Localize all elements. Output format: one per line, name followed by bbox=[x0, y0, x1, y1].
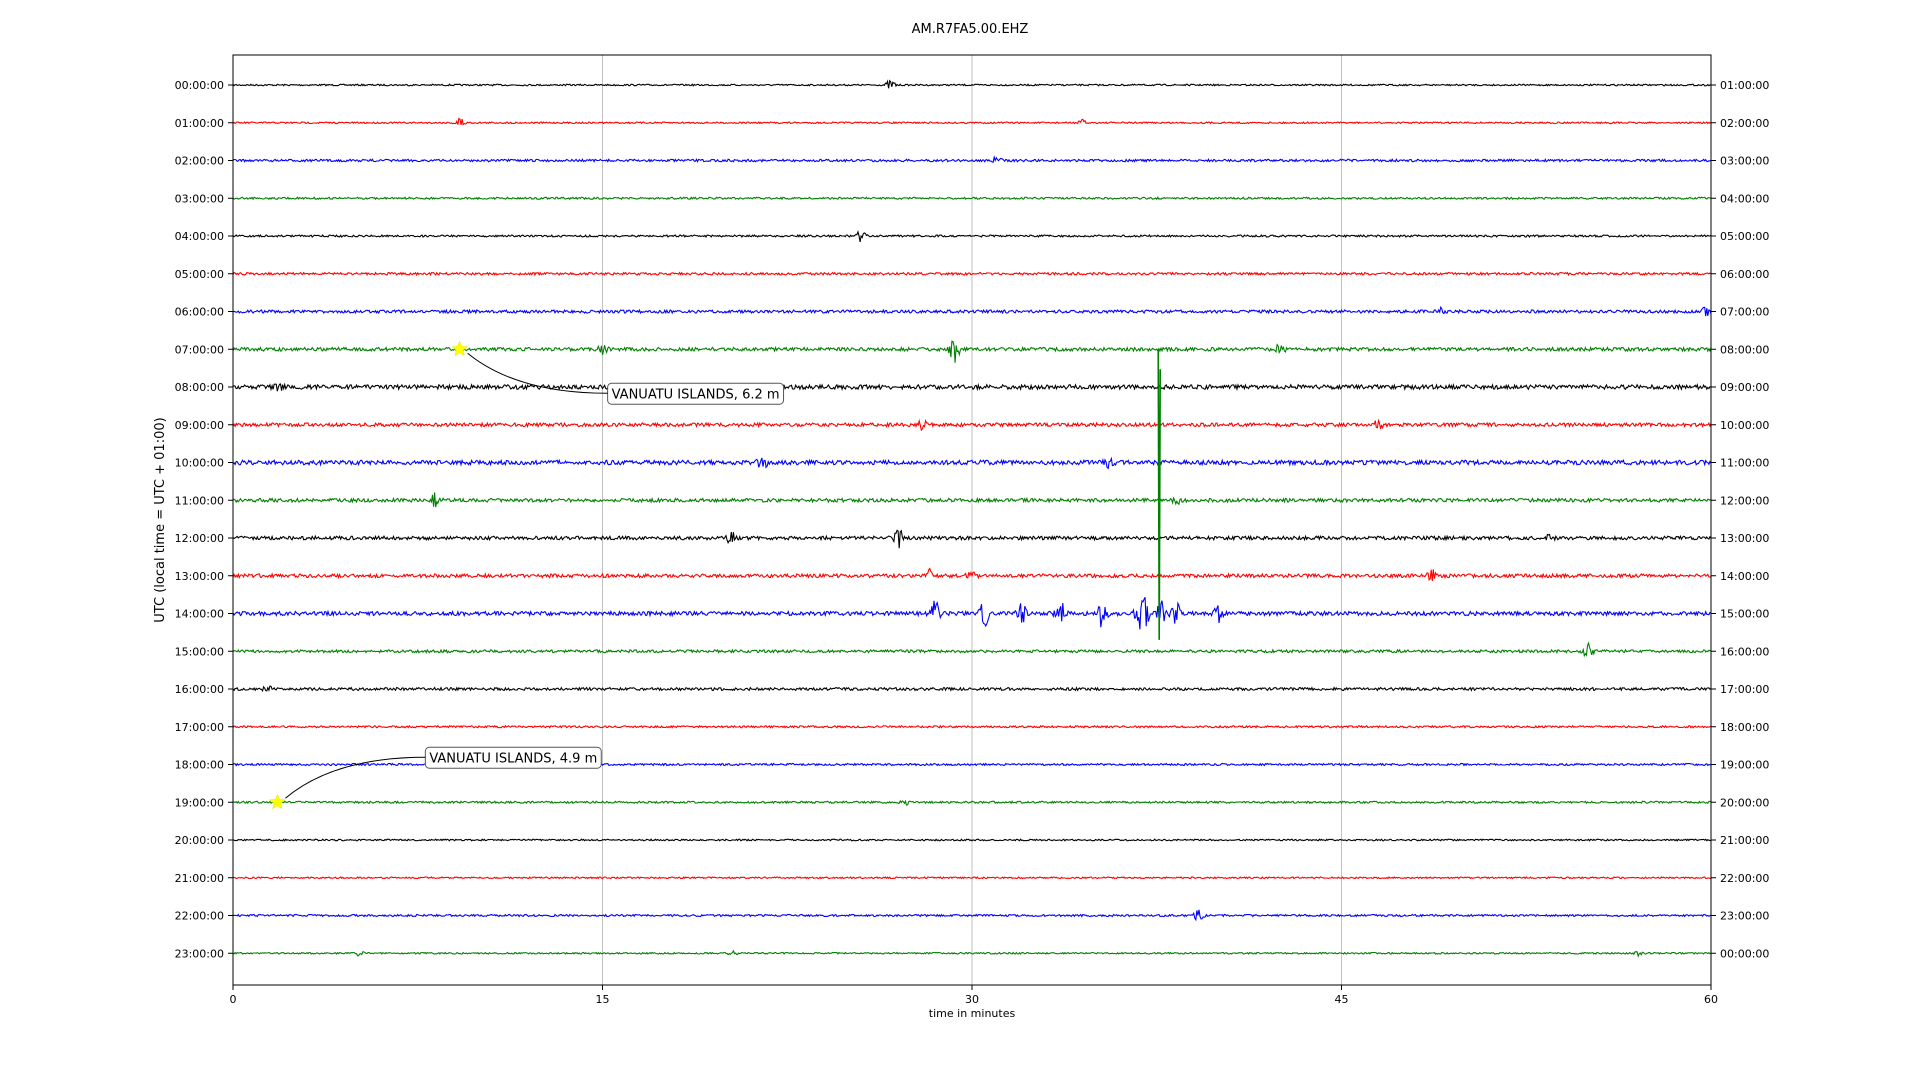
left-tick-label: 06:00:00 bbox=[175, 306, 224, 319]
left-tick-label: 11:00:00 bbox=[175, 494, 224, 507]
left-tick-label: 03:00:00 bbox=[175, 192, 224, 205]
left-tick-label: 00:00:00 bbox=[175, 79, 224, 92]
x-axis-ticks: 0 15 30 45 60 bbox=[230, 985, 1718, 1006]
left-tick-label: 22:00:00 bbox=[175, 910, 224, 923]
left-tick-label: 13:00:00 bbox=[175, 570, 224, 583]
right-tick-label: 10:00:00 bbox=[1720, 419, 1769, 432]
left-tick-label: 20:00:00 bbox=[175, 834, 224, 847]
right-tick-label: 05:00:00 bbox=[1720, 230, 1769, 243]
y-axis-label: UTC (local time = UTC + 01:00) bbox=[153, 417, 168, 622]
x-tick-label: 30 bbox=[965, 993, 979, 1006]
right-tick-label: 19:00:00 bbox=[1720, 759, 1769, 772]
right-tick-label: 02:00:00 bbox=[1720, 117, 1769, 130]
spike-trace bbox=[1157, 349, 1162, 640]
x-tick-label: 60 bbox=[1704, 993, 1718, 1006]
right-tick-label: 17:00:00 bbox=[1720, 683, 1769, 696]
left-tick-label: 04:00:00 bbox=[175, 230, 224, 243]
left-tick-label: 23:00:00 bbox=[175, 947, 224, 960]
left-tick-label: 17:00:00 bbox=[175, 721, 224, 734]
right-tick-label: 08:00:00 bbox=[1720, 343, 1769, 356]
right-tick-label: 18:00:00 bbox=[1720, 721, 1769, 734]
right-tick-label: 11:00:00 bbox=[1720, 457, 1769, 470]
right-tick-label: 04:00:00 bbox=[1720, 192, 1769, 205]
x-axis-label: time in minutes bbox=[929, 1007, 1016, 1020]
right-tick-label: 03:00:00 bbox=[1720, 155, 1769, 168]
right-tick-label: 23:00:00 bbox=[1720, 910, 1769, 923]
event-annotation-1: VANUATU ISLANDS, 4.9 m bbox=[269, 746, 602, 810]
event-annotation-0: VANUATU ISLANDS, 6.2 m bbox=[451, 340, 785, 405]
seismogram-plot: 00:00:00 01:00:00 02:00:00 03:00:00 04:00:00… bbox=[153, 22, 1769, 1020]
right-tick-label: 22:00:00 bbox=[1720, 872, 1769, 885]
right-tick-label: 21:00:00 bbox=[1720, 834, 1769, 847]
left-tick-label: 01:00:00 bbox=[175, 117, 224, 130]
left-tick-label: 15:00:00 bbox=[175, 645, 224, 658]
spike-line bbox=[1157, 349, 1162, 640]
right-time-ticks: 01:00:00 02:00:00 03:00:00 04:00:00 05:00:00… bbox=[1711, 79, 1769, 960]
left-tick-label: 16:00:00 bbox=[175, 683, 224, 696]
chart-title: AM.R7FA5.00.EHZ bbox=[912, 22, 1029, 37]
left-tick-label: 14:00:00 bbox=[175, 608, 224, 621]
right-tick-label: 20:00:00 bbox=[1720, 796, 1769, 809]
event-label: VANUATU ISLANDS, 4.9 m bbox=[429, 751, 597, 766]
right-tick-label: 16:00:00 bbox=[1720, 645, 1769, 658]
event-star-icon bbox=[269, 793, 286, 810]
left-tick-label: 07:00:00 bbox=[175, 343, 224, 356]
left-tick-label: 09:00:00 bbox=[175, 419, 224, 432]
left-tick-label: 19:00:00 bbox=[175, 796, 224, 809]
event-star-icon bbox=[451, 340, 468, 357]
right-tick-label: 15:00:00 bbox=[1720, 608, 1769, 621]
right-tick-label: 13:00:00 bbox=[1720, 532, 1769, 545]
right-tick-label: 00:00:00 bbox=[1720, 947, 1769, 960]
right-tick-label: 09:00:00 bbox=[1720, 381, 1769, 394]
x-tick-label: 45 bbox=[1335, 993, 1349, 1006]
right-tick-label: 14:00:00 bbox=[1720, 570, 1769, 583]
left-tick-label: 02:00:00 bbox=[175, 155, 224, 168]
event-label: VANUATU ISLANDS, 6.2 m bbox=[612, 387, 780, 402]
x-tick-label: 0 bbox=[230, 993, 237, 1006]
right-tick-label: 07:00:00 bbox=[1720, 306, 1769, 319]
left-tick-label: 12:00:00 bbox=[175, 532, 224, 545]
right-tick-label: 01:00:00 bbox=[1720, 79, 1769, 92]
right-tick-label: 06:00:00 bbox=[1720, 268, 1769, 281]
left-time-ticks: 00:00:00 01:00:00 02:00:00 03:00:00 04:00:00… bbox=[175, 79, 233, 960]
right-tick-label: 12:00:00 bbox=[1720, 494, 1769, 507]
left-tick-label: 05:00:00 bbox=[175, 268, 224, 281]
left-tick-label: 08:00:00 bbox=[175, 381, 224, 394]
left-tick-label: 10:00:00 bbox=[175, 457, 224, 470]
left-tick-label: 21:00:00 bbox=[175, 872, 224, 885]
gridlines bbox=[602, 55, 1342, 985]
left-tick-label: 18:00:00 bbox=[175, 759, 224, 772]
x-tick-label: 15 bbox=[596, 993, 610, 1006]
